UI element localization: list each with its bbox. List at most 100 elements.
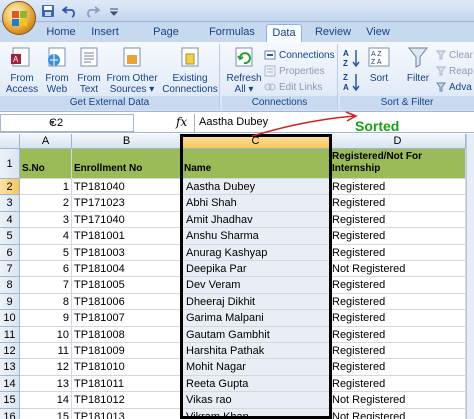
cell-enrollment[interactable]: TP181009 [72,343,182,360]
row-header-9[interactable]: 9 [0,293,20,311]
cell-sno[interactable]: 5 [20,244,72,261]
cell-enrollment[interactable]: TP181007 [72,310,182,327]
cell-enrollment[interactable]: TP181006 [72,293,182,311]
cell-enrollment[interactable]: TP181040 [72,179,182,196]
reapply-button[interactable]: Reap [436,64,473,78]
vertical-scrollbar[interactable] [466,134,474,419]
column-header-a[interactable]: A [20,134,72,149]
row-header-13[interactable]: 13 [0,359,20,376]
column-header-b[interactable]: B [72,134,182,149]
undo-icon[interactable] [62,3,78,19]
row-header-11[interactable]: 11 [0,326,20,343]
cell-name[interactable]: Dheeraj Dikhit [182,293,330,311]
tab-review[interactable]: Review [312,24,354,42]
row-header-8[interactable]: 8 [0,277,20,294]
sort-az-button[interactable]: A Z [342,48,362,71]
cell-name[interactable]: Vikas rao [182,392,330,409]
cell-enrollment[interactable]: TP181001 [72,228,182,245]
row-header-6[interactable]: 6 [0,244,20,261]
cell-status[interactable]: Registered [330,359,466,376]
name-box[interactable]: C2 ▼ [0,114,134,132]
cell-status[interactable]: Registered [330,179,466,196]
cell-enrollment[interactable]: TP171040 [72,211,182,229]
cell-name[interactable]: Anshu Sharma [182,228,330,245]
tab-page-layout[interactable]: Page Layout [136,24,196,55]
cell-sno[interactable]: 10 [20,326,72,343]
cell-sno[interactable]: 1 [20,179,72,196]
header-name[interactable]: Name [182,149,330,179]
cell-status[interactable]: Registered [330,310,466,327]
customize-icon[interactable] [106,3,122,19]
cell-sno[interactable]: 9 [20,310,72,327]
from-access-button[interactable]: A From Access [4,46,40,95]
tab-data[interactable]: Data [266,24,302,42]
cell-sno[interactable]: 4 [20,228,72,245]
cell-name[interactable]: Dev Veram [182,277,330,294]
select-all-corner[interactable] [0,134,20,149]
cell-enrollment[interactable]: TP181004 [72,261,182,278]
cell-name[interactable]: Mohit Nagar [182,359,330,376]
cell-status[interactable]: Registered [330,211,466,229]
cell-name[interactable]: Abhi Shah [182,195,330,212]
cell-enrollment[interactable]: TP181010 [72,359,182,376]
refresh-all-button[interactable]: Refresh All ▾ [226,46,262,95]
row-header-2[interactable]: 2 [0,179,20,196]
cell-sno[interactable]: 3 [20,211,72,229]
cell-status[interactable]: Not Registered [330,392,466,409]
row-header-3[interactable]: 3 [0,195,20,212]
cell-sno[interactable]: 14 [20,392,72,409]
cell-sno[interactable]: 13 [20,375,72,393]
cell-sno[interactable]: 8 [20,293,72,311]
cell-status[interactable]: Registered [330,277,466,294]
cell-status[interactable]: Registered [330,343,466,360]
cell-status[interactable]: Registered [330,293,466,311]
cell-enrollment[interactable]: TP181008 [72,326,182,343]
header-enrollment[interactable]: Enrollment No [72,149,182,179]
cell-name[interactable]: Aastha Dubey [182,179,330,196]
row-header-1[interactable]: 1 [0,149,20,179]
save-icon[interactable] [40,3,56,19]
tab-view[interactable]: View [362,24,394,42]
properties-button[interactable]: Properties [264,64,325,78]
cell-enrollment[interactable]: TP171023 [72,195,182,212]
cell-name[interactable]: Garima Malpani [182,310,330,327]
cell-enrollment[interactable]: TP181003 [72,244,182,261]
cell-enrollment[interactable]: TP181013 [72,408,182,419]
cell-sno[interactable]: 11 [20,343,72,360]
cell-enrollment[interactable]: TP181011 [72,375,182,393]
cell-sno[interactable]: 7 [20,277,72,294]
cell-status[interactable]: Not Registered [330,408,466,419]
row-header-4[interactable]: 4 [0,211,20,229]
fx-icon[interactable]: fx [176,115,187,129]
cell-name[interactable]: Vikram Khan [182,408,330,419]
cell-enrollment[interactable]: TP181012 [72,392,182,409]
cell-name[interactable]: Anurag Kashyap [182,244,330,261]
from-text-button[interactable]: From Text [74,46,104,95]
cell-name[interactable]: Deepika Par [182,261,330,278]
from-web-button[interactable]: From Web [42,46,72,95]
office-button[interactable] [2,1,36,35]
sort-button[interactable]: A ZZ A Sort [366,46,392,84]
cell-sno[interactable]: 2 [20,195,72,212]
filter-button[interactable]: Filter [404,46,432,84]
cell-sno[interactable]: 6 [20,261,72,278]
existing-connections-button[interactable]: Existing Connections [162,46,218,95]
cell-name[interactable]: Gautam Gambhit [182,326,330,343]
row-header-14[interactable]: 14 [0,375,20,393]
cell-status[interactable]: Registered [330,244,466,261]
cell-status[interactable]: Registered [330,228,466,245]
from-other-sources-button[interactable]: From Other Sources ▾ [106,46,158,95]
header-sno[interactable]: S.No [20,149,72,179]
cell-name[interactable]: Harshita Pathak [182,343,330,360]
cell-sno[interactable]: 15 [20,408,72,419]
chevron-down-icon[interactable]: ▼ [49,120,129,127]
clear-button[interactable]: Clear [436,48,473,62]
cell-name[interactable]: Reeta Gupta [182,375,330,393]
connections-button[interactable]: Connections [264,48,335,62]
tab-formulas[interactable]: Formulas [206,24,258,42]
tab-insert[interactable]: Insert [86,24,124,42]
cell-sno[interactable]: 12 [20,359,72,376]
advanced-button[interactable]: Adva [436,80,472,94]
row-header-16[interactable]: 16 [0,408,20,419]
row-header-5[interactable]: 5 [0,228,20,245]
